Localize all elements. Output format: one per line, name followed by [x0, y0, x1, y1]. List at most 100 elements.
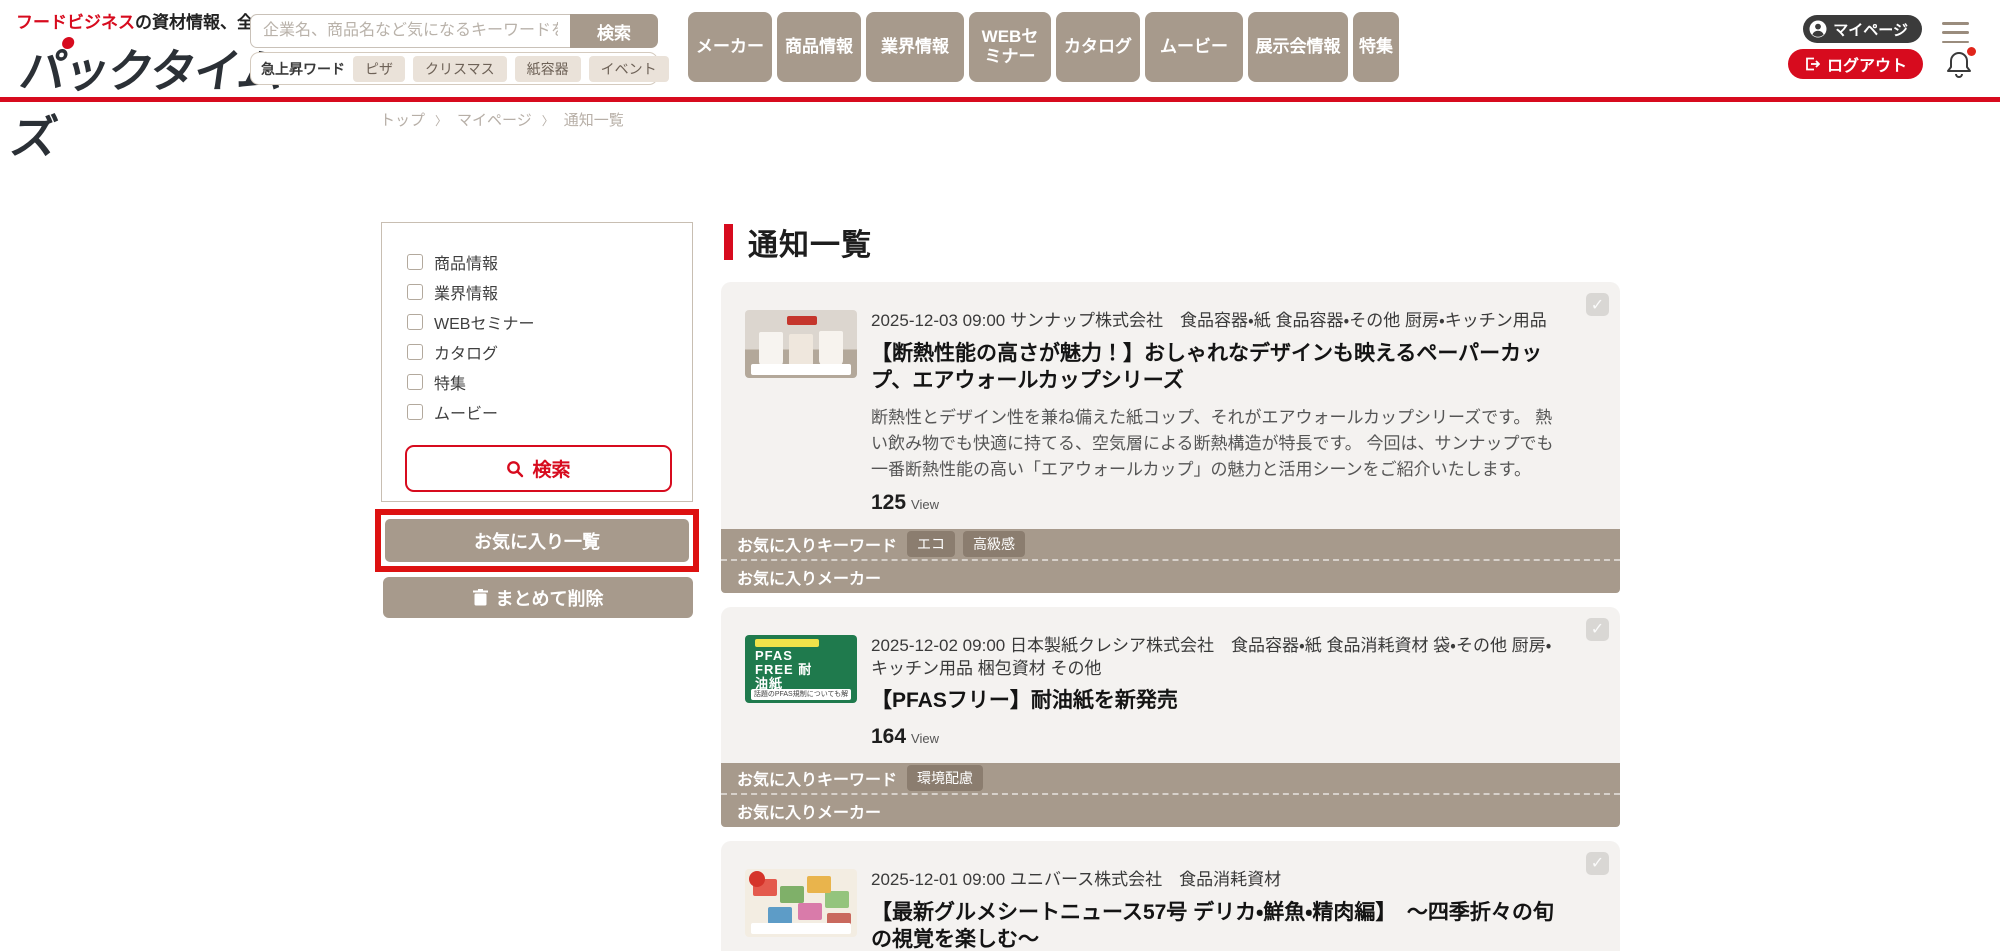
- filter-checkbox[interactable]: [407, 314, 423, 330]
- thumbnail-caption: [751, 364, 851, 375]
- nav-item[interactable]: WEBセミナー: [969, 12, 1051, 82]
- notification-card: PFAS FREE 耐油紙 話題のPFAS規制についても解説！ 2025-12-…: [721, 607, 1620, 827]
- notification-card-body: 2025-12-01 09:00 ユニバース株式会社 食品消耗資材 【最新グルメ…: [721, 841, 1620, 951]
- breadcrumb-item[interactable]: マイページ: [457, 109, 554, 130]
- nav-item[interactable]: 特集: [1353, 12, 1399, 82]
- filter-checkbox[interactable]: [407, 254, 423, 270]
- thumbnail-caption: [751, 923, 851, 934]
- notification-card-body: PFAS FREE 耐油紙 話題のPFAS規制についても解説！ 2025-12-…: [721, 607, 1620, 763]
- view-count-unit: View: [911, 731, 939, 746]
- thumbnail-text: PFAS FREE 耐油紙: [755, 649, 825, 692]
- filter-row[interactable]: カタログ: [407, 337, 692, 367]
- filter-label: カタログ: [434, 340, 498, 364]
- filter-label: WEBセミナー: [434, 310, 534, 334]
- trending-tag[interactable]: クリスマス: [413, 56, 507, 82]
- header: フードビジネスの資材情報、全てここに パックタイムズ 検索 急上昇ワード ピザク…: [0, 0, 2000, 102]
- keyword-tag: 環境配慮: [907, 765, 983, 791]
- notification-title[interactable]: 【PFASフリー】耐油紙を新発売: [871, 687, 1554, 714]
- filter-row[interactable]: 業界情報: [407, 277, 692, 307]
- notification-badge: [1967, 47, 1976, 56]
- bulk-delete-button[interactable]: まとめて削除: [383, 577, 693, 618]
- notification-checkbox[interactable]: ✓: [1586, 618, 1609, 641]
- notification-thumbnail[interactable]: [745, 310, 857, 378]
- keyword-tag: エコ: [907, 531, 955, 557]
- favorites-list-button[interactable]: お気に入り一覧: [385, 519, 689, 562]
- filter-label: 業界情報: [434, 280, 498, 304]
- filter-row[interactable]: WEBセミナー: [407, 307, 692, 337]
- heading-accent-bar: [724, 224, 733, 260]
- view-count-number: 164: [871, 725, 906, 749]
- notification-checkbox[interactable]: ✓: [1586, 852, 1609, 875]
- notification-card: 2025-12-01 09:00 ユニバース株式会社 食品消耗資材 【最新グルメ…: [721, 841, 1620, 951]
- breadcrumb-item[interactable]: 通知一覧: [564, 109, 624, 130]
- filter-row[interactable]: ムービー: [407, 397, 692, 427]
- breadcrumb: トップマイページ通知一覧: [380, 109, 624, 130]
- notification-title[interactable]: 【断熱性能の高さが魅力！】おしゃれなデザインも映えるペーパーカップ、エアウォール…: [871, 340, 1554, 395]
- filter-checkbox[interactable]: [407, 404, 423, 420]
- main-nav: メーカー商品情報業界情報WEBセミナーカタログムービー展示会情報特集: [688, 12, 1399, 82]
- notification-bell-icon[interactable]: [1945, 49, 1975, 79]
- filter-checkbox[interactable]: [407, 344, 423, 360]
- notification-card-body: 2025-12-03 09:00 サンナップ株式会社 食品容器・紙 食品容器・そ…: [721, 282, 1620, 529]
- filter-checkbox[interactable]: [407, 284, 423, 300]
- filter-row[interactable]: 商品情報: [407, 247, 692, 277]
- favorite-maker-bar: お気に入りメーカー: [721, 795, 1620, 827]
- bulk-delete-label: まとめて削除: [496, 585, 604, 611]
- breadcrumb-item[interactable]: トップ: [380, 109, 447, 130]
- filter-label: 特集: [434, 370, 466, 394]
- view-count: 164 View: [871, 725, 1554, 749]
- notification-text: 2025-12-03 09:00 サンナップ株式会社 食品容器・紙 食品容器・そ…: [871, 310, 1590, 515]
- trending-tag[interactable]: ピザ: [353, 56, 405, 82]
- page-title: 通知一覧: [748, 220, 872, 264]
- trending-tag[interactable]: 紙容器: [515, 56, 581, 82]
- nav-item[interactable]: 展示会情報: [1248, 12, 1348, 82]
- view-count-unit: View: [911, 497, 939, 512]
- filter-search-label: 検索: [532, 455, 570, 482]
- main-content: 通知一覧 2025-12-03 09:00 サンナップ株式会社 食品容器・紙 食…: [721, 220, 1620, 951]
- filter-row[interactable]: 特集: [407, 367, 692, 397]
- search-icon: [506, 460, 524, 478]
- favorite-keyword-tags: 環境配慮: [907, 765, 983, 791]
- filter-checkbox[interactable]: [407, 374, 423, 390]
- notification-thumbnail[interactable]: PFAS FREE 耐油紙 話題のPFAS規制についても解説！: [745, 635, 857, 703]
- mypage-button[interactable]: マイページ: [1803, 15, 1922, 43]
- filter-label: ムービー: [434, 400, 498, 424]
- view-count: 125 View: [871, 491, 1554, 515]
- brand-tagline-accent: フードビジネス: [16, 13, 135, 32]
- menu-icon[interactable]: [1942, 22, 1969, 43]
- trending-tag[interactable]: イベント: [589, 56, 669, 82]
- notification-thumbnail[interactable]: [745, 869, 857, 937]
- nav-item[interactable]: カタログ: [1056, 12, 1140, 82]
- user-icon: [1809, 20, 1827, 38]
- keyword-tag: 高級感: [963, 531, 1025, 557]
- favorite-maker-label: お気に入りメーカー: [737, 565, 881, 589]
- notification-list: 2025-12-03 09:00 サンナップ株式会社 食品容器・紙 食品容器・そ…: [721, 282, 1620, 951]
- notification-description: 断熱性とデザイン性を兼ね備えた紙コップ、それがエアウォールカップシリーズです。 …: [871, 405, 1554, 484]
- logout-label: ログアウト: [1827, 52, 1907, 76]
- nav-item[interactable]: 商品情報: [777, 12, 861, 82]
- notification-title[interactable]: 【最新グルメシートニュース57号 デリカ・鮮魚・精肉編】 ～四季折々の旬の視覚を…: [871, 899, 1554, 951]
- search-input[interactable]: [250, 14, 570, 48]
- notification-meta: 2025-12-01 09:00 ユニバース株式会社 食品消耗資材: [871, 869, 1554, 892]
- favorite-maker-bar: お気に入りメーカー: [721, 561, 1620, 593]
- search-button[interactable]: 検索: [570, 14, 658, 48]
- view-count-number: 125: [871, 491, 906, 515]
- nav-item[interactable]: ムービー: [1145, 12, 1243, 82]
- logout-icon: [1804, 56, 1820, 72]
- nav-item[interactable]: メーカー: [688, 12, 772, 82]
- notification-text: 2025-12-02 09:00 日本製紙クレシア株式会社 食品容器・紙 食品消…: [871, 635, 1590, 749]
- trending-keywords: 急上昇ワード ピザクリスマス紙容器イベント: [250, 52, 658, 85]
- favorite-maker-label: お気に入りメーカー: [737, 799, 881, 823]
- favorite-keywords-bar: お気に入りキーワード エコ高級感: [721, 529, 1620, 561]
- filter-label: 商品情報: [434, 250, 498, 274]
- trending-tags: ピザクリスマス紙容器イベント: [353, 56, 669, 82]
- favorite-keyword-tags: エコ高級感: [907, 531, 1025, 557]
- trash-icon: [473, 589, 488, 606]
- notification-card: 2025-12-03 09:00 サンナップ株式会社 食品容器・紙 食品容器・そ…: [721, 282, 1620, 593]
- filter-search-button[interactable]: 検索: [405, 445, 672, 492]
- nav-item[interactable]: 業界情報: [866, 12, 964, 82]
- logout-button[interactable]: ログアウト: [1788, 49, 1923, 79]
- notification-text: 2025-12-01 09:00 ユニバース株式会社 食品消耗資材 【最新グルメ…: [871, 869, 1590, 951]
- notification-checkbox[interactable]: ✓: [1586, 293, 1609, 316]
- favorite-keywords-label: お気に入りキーワード: [737, 766, 897, 790]
